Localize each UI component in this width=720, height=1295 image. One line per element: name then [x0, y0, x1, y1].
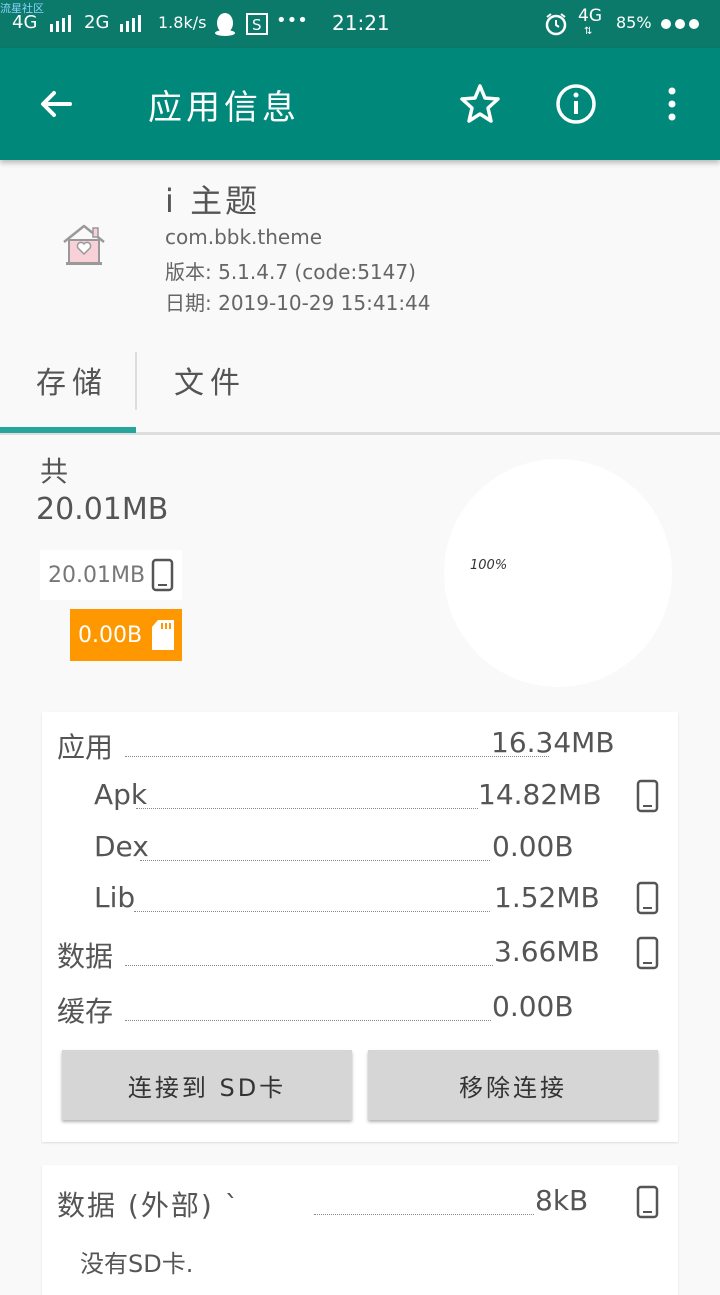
signal-bars-icon	[48, 14, 74, 37]
phone-icon	[151, 558, 174, 592]
network-speed: 1.8k/s	[158, 13, 207, 32]
remove-link-button[interactable]: 移除连接	[368, 1050, 658, 1120]
row-label: 数据 (外部) `	[57, 1189, 241, 1222]
row-dex: Dex 0.00B	[94, 830, 584, 870]
phone-icon	[636, 779, 659, 813]
clock: 21:21	[332, 11, 390, 35]
row-label: Apk	[94, 778, 148, 811]
network-4g-label: 4G	[12, 12, 38, 33]
dotted-leader	[136, 808, 478, 809]
battery-percent: 85%	[616, 13, 652, 32]
row-label: 缓存	[57, 995, 114, 1028]
s-app-icon: S	[246, 12, 268, 41]
phone-icon	[636, 881, 659, 915]
info-button[interactable]	[550, 78, 602, 130]
overflow-menu-button[interactable]	[646, 78, 698, 130]
tab-storage[interactable]: 存储	[36, 358, 108, 402]
arrow-left-icon	[41, 91, 72, 117]
tab-bar: 存储 文件	[0, 340, 720, 435]
row-value: 14.82MB	[478, 778, 602, 811]
sd-card-icon	[152, 620, 175, 650]
favorite-button[interactable]	[454, 78, 506, 130]
network-2g-label: 2G	[84, 12, 110, 33]
link-to-sd-button[interactable]: 连接到 SD卡	[62, 1050, 352, 1120]
info-circle-icon	[556, 84, 596, 124]
row-app: 应用 16.34MB	[57, 726, 615, 766]
star-outline-icon	[460, 84, 500, 123]
row-value: 1.52MB	[494, 881, 600, 914]
data-arrows-icon: ⇅	[584, 26, 593, 37]
dotted-leader	[140, 860, 490, 861]
dotted-leader	[125, 965, 493, 966]
row-data: 数据 3.66MB	[57, 935, 600, 975]
phone-icon	[636, 936, 659, 970]
tab-indicator	[0, 427, 136, 433]
pie-percent-label: 100%	[470, 558, 508, 573]
more-notifications-icon: •••	[276, 10, 308, 31]
storage-pie-chart	[444, 459, 672, 687]
app-icon	[58, 218, 110, 270]
theme-house-icon	[63, 224, 105, 265]
row-value: 0.00B	[492, 990, 574, 1023]
legend-sd: 0.00B	[70, 609, 182, 661]
app-name: i 主题	[165, 182, 261, 220]
dotted-leader	[314, 1214, 534, 1215]
package-name: com.bbk.theme	[165, 225, 323, 249]
version-info: 版本: 5.1.4.7 (code:5147)	[165, 260, 416, 284]
dotted-leader	[125, 756, 549, 757]
signal-bars-icon	[118, 14, 144, 37]
phone-icon	[636, 1185, 659, 1219]
more-vertical-icon	[668, 87, 676, 121]
back-button[interactable]	[30, 78, 82, 130]
battery-dots-icon	[660, 14, 704, 37]
install-date: 日期: 2019-10-29 15:41:44	[165, 291, 431, 315]
status-bar: 流星社区 4G 2G 1.8k/s S ••• 21:21 4G ⇅ 85%	[0, 0, 720, 48]
row-apk: Apk 14.82MB	[94, 778, 602, 818]
row-lib: Lib 1.52MB	[94, 881, 600, 921]
total-size: 20.01MB	[36, 492, 169, 527]
total-label: 共	[40, 455, 69, 488]
row-label: Dex	[94, 830, 149, 863]
row-value: 0.00B	[492, 830, 574, 863]
row-label: 数据	[57, 940, 114, 973]
dotted-leader	[125, 1020, 491, 1021]
alarm-icon	[544, 12, 568, 41]
network-4g-data-label: 4G	[578, 6, 602, 26]
row-value: 8kB	[535, 1184, 589, 1217]
row-value: 16.34MB	[491, 726, 615, 759]
dotted-leader	[134, 911, 490, 912]
tab-divider	[135, 352, 137, 410]
row-label: Lib	[94, 881, 136, 914]
tab-files[interactable]: 文件	[174, 358, 246, 402]
row-external-data: 数据 (外部) ` 8kB	[57, 1184, 597, 1224]
legend-sd-value: 0.00B	[78, 622, 143, 648]
qq-icon	[214, 12, 236, 41]
app-toolbar: 应用信息	[0, 48, 720, 160]
no-sd-card-note: 没有SD卡.	[80, 1250, 194, 1278]
legend-internal: 20.01MB	[40, 550, 182, 600]
legend-internal-value: 20.01MB	[48, 562, 146, 588]
page-title: 应用信息	[148, 88, 300, 128]
row-cache: 缓存 0.00B	[57, 990, 597, 1030]
row-label: 应用	[57, 731, 114, 764]
row-value: 3.66MB	[494, 935, 600, 968]
svg-text:S: S	[252, 16, 262, 34]
